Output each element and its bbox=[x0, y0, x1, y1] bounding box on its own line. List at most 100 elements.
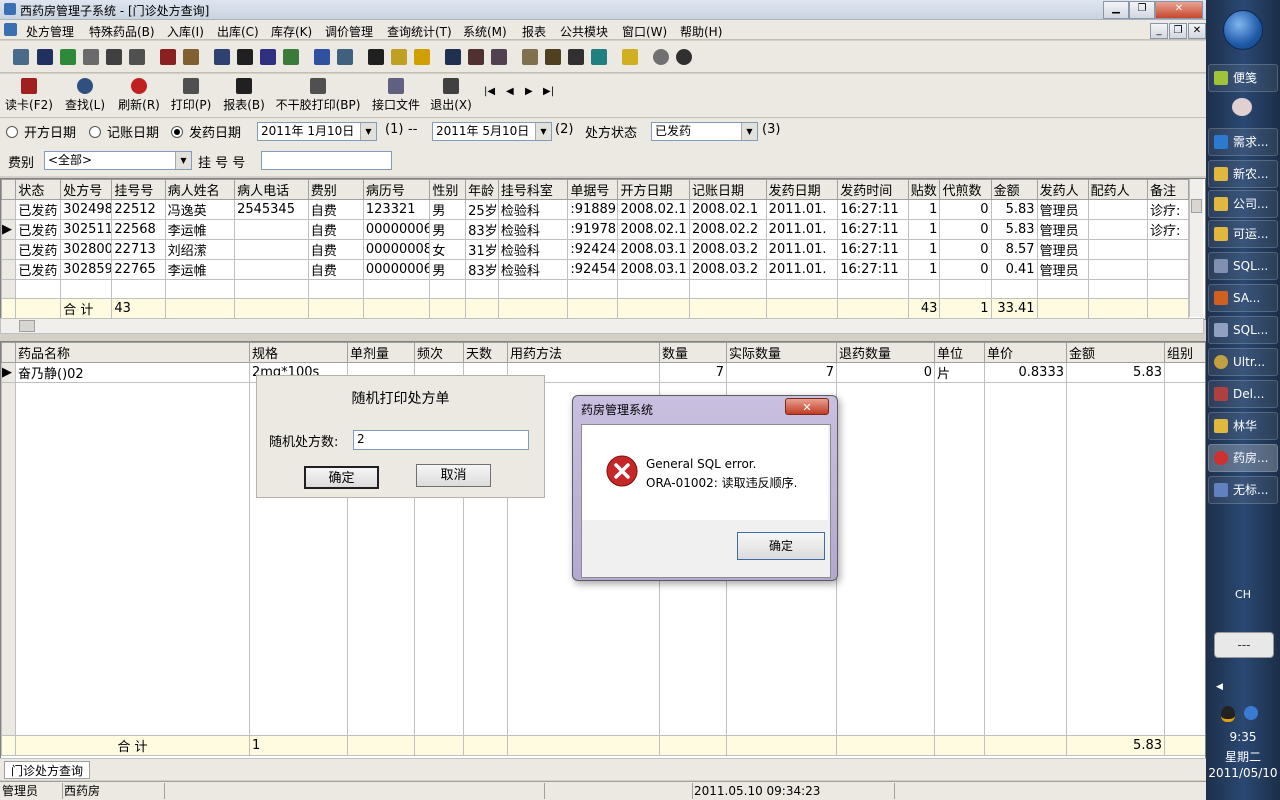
document-icon[interactable] bbox=[83, 49, 99, 65]
col-unit-price-header[interactable]: 单价 bbox=[984, 342, 1067, 363]
binoculars-icon[interactable] bbox=[129, 49, 145, 65]
qq-icon[interactable] bbox=[1221, 706, 1235, 722]
chevron-down-icon[interactable]: ▼ bbox=[360, 123, 376, 140]
col-status-header[interactable]: 状态 bbox=[15, 179, 62, 200]
notice-icon[interactable] bbox=[414, 49, 430, 65]
taskbar-item-notes[interactable]: 便笺 bbox=[1208, 64, 1278, 92]
col-amount-header[interactable]: 金额 bbox=[990, 179, 1038, 200]
col-spec-header[interactable]: 规格 bbox=[249, 342, 348, 363]
tab-outpatient-query[interactable]: 门诊处方查询 bbox=[4, 761, 91, 779]
col-frequency-header[interactable]: 频次 bbox=[414, 342, 464, 363]
clock-time[interactable]: 9:35 bbox=[1206, 730, 1280, 744]
copy-icon[interactable] bbox=[260, 49, 276, 65]
label-print-button[interactable]: 不干胶打印(BP) bbox=[274, 78, 362, 113]
chevron-down-icon[interactable]: ▼ bbox=[175, 152, 191, 169]
table-row[interactable]: 已发药 302800 22713 刘绍潆 自费 00000008 女 31岁 检… bbox=[1, 239, 1190, 260]
taskbar-item-folder-3[interactable]: 可运... bbox=[1208, 220, 1278, 248]
last-record-icon[interactable]: ▶| bbox=[543, 86, 554, 97]
prev-record-icon[interactable]: ◀ bbox=[506, 86, 514, 97]
taskbar-item-requirements[interactable]: 需求... bbox=[1208, 128, 1278, 156]
first-record-icon[interactable]: |◀ bbox=[484, 86, 495, 97]
show-desktop-widget[interactable]: --- bbox=[1214, 632, 1274, 658]
status-filter-select[interactable]: 已发药 ▼ bbox=[651, 122, 758, 141]
read-card-button[interactable]: 读卡(F2) bbox=[4, 78, 54, 113]
taskbar-item-untitled[interactable]: 无标... bbox=[1208, 476, 1278, 504]
zoom-icon[interactable] bbox=[676, 49, 692, 65]
calculator-icon[interactable] bbox=[591, 49, 607, 65]
col-dose-header[interactable]: 单剂量 bbox=[347, 342, 415, 363]
interface-file-button[interactable]: 接口文件 bbox=[370, 78, 422, 113]
table-row[interactable]: ▶ 已发药 302511 22568 李运帷 自费 00000006 男 83岁… bbox=[1, 219, 1190, 240]
error-close-button[interactable]: ✕ bbox=[785, 398, 829, 415]
col-group-header[interactable]: 组别 bbox=[1164, 342, 1205, 363]
tray-expand-icon[interactable]: ◀ bbox=[1216, 682, 1223, 692]
menu-item-help[interactable]: 帮助(H) bbox=[680, 23, 722, 40]
people-icon[interactable] bbox=[491, 49, 507, 65]
taskbar-item-sql-2[interactable]: SQL... bbox=[1208, 316, 1278, 344]
key-icon[interactable] bbox=[545, 49, 561, 65]
col-qty-header[interactable]: 数量 bbox=[659, 342, 727, 363]
taskbar-item-linhua[interactable]: 林华 bbox=[1208, 412, 1278, 440]
col-pieces-header[interactable]: 贴数 bbox=[907, 179, 941, 200]
mdi-restore-button[interactable]: ❐ bbox=[1169, 23, 1187, 39]
col-gender-header[interactable]: 性别 bbox=[429, 179, 467, 200]
next-record-icon[interactable]: ▶ bbox=[525, 86, 533, 97]
random-ok-button[interactable]: 确定 bbox=[304, 466, 379, 489]
export-icon[interactable] bbox=[283, 49, 299, 65]
start-orb-icon[interactable] bbox=[1223, 10, 1263, 50]
taskbar-item-delphi[interactable]: Del... bbox=[1208, 380, 1278, 408]
col-open-date-header[interactable]: 开方日期 bbox=[617, 179, 690, 200]
col-preparer-header[interactable]: 配药人 bbox=[1087, 179, 1148, 200]
col-age-header[interactable]: 年龄 bbox=[465, 179, 499, 200]
print-button[interactable]: 打印(P) bbox=[168, 78, 214, 113]
menu-item-stock-out[interactable]: 出库(C) bbox=[217, 23, 259, 40]
table-row[interactable]: ▶ 奋乃静()02 2mg*100s 7 7 0 片 0.8333 5.83 bbox=[1, 362, 1205, 383]
col-rx-no-header[interactable]: 处方号 bbox=[60, 179, 113, 200]
box-icon[interactable] bbox=[183, 49, 199, 65]
minimize-button[interactable]: ▁ bbox=[1103, 1, 1129, 19]
find-button[interactable]: 查找(L) bbox=[62, 78, 108, 113]
col-bill-no-header[interactable]: 单据号 bbox=[567, 179, 619, 200]
scrollbar-thumb[interactable] bbox=[1191, 199, 1202, 213]
col-decoct-header[interactable]: 代煎数 bbox=[939, 179, 992, 200]
taskbar-item-ultraedit[interactable]: Ultr... bbox=[1208, 348, 1278, 376]
restore-button[interactable]: ❐ bbox=[1129, 1, 1155, 19]
tool-icon[interactable] bbox=[13, 49, 29, 65]
edit-icon[interactable] bbox=[314, 49, 330, 65]
taskbar-item-sql-1[interactable]: SQL... bbox=[1208, 252, 1278, 280]
menu-item-stock-in[interactable]: 入库(I) bbox=[167, 23, 204, 40]
pill-icon[interactable] bbox=[160, 49, 176, 65]
menu-item-query-stats[interactable]: 查询统计(T) bbox=[387, 23, 452, 40]
folder-icon[interactable] bbox=[622, 49, 638, 65]
bell-icon[interactable] bbox=[391, 49, 407, 65]
col-account-date-header[interactable]: 记账日期 bbox=[689, 179, 767, 200]
menu-item-reports[interactable]: 报表 bbox=[522, 23, 546, 40]
chevron-down-icon[interactable]: ▼ bbox=[535, 123, 551, 140]
col-dispense-date-header[interactable]: 发药日期 bbox=[765, 179, 839, 200]
bottle-icon[interactable] bbox=[37, 49, 53, 65]
tools-icon[interactable] bbox=[468, 49, 484, 65]
input-language-indicator[interactable]: CH bbox=[1206, 588, 1280, 601]
close-button[interactable]: ✕ bbox=[1155, 1, 1203, 19]
col-amount-header[interactable]: 金额 bbox=[1066, 342, 1165, 363]
date-from-picker[interactable]: 2011年 1月10日 ▼ bbox=[257, 122, 377, 141]
screen-icon[interactable] bbox=[337, 49, 353, 65]
checkmark-icon[interactable] bbox=[237, 49, 253, 65]
col-unit-header[interactable]: 单位 bbox=[934, 342, 985, 363]
col-dept-header[interactable]: 挂号科室 bbox=[497, 179, 569, 200]
cabinet-icon[interactable] bbox=[522, 49, 538, 65]
taskbar-item-folder-1[interactable]: 新农... bbox=[1208, 160, 1278, 188]
menu-item-prescription[interactable]: 处方管理 bbox=[26, 23, 74, 40]
taskbar-item-folder-2[interactable]: 公司... bbox=[1208, 190, 1278, 218]
table-row[interactable]: 已发药 302859 22765 李运帷 自费 00000006 男 83岁 检… bbox=[1, 259, 1190, 280]
mdi-close-button[interactable]: ✕ bbox=[1188, 23, 1206, 39]
vertical-scrollbar[interactable] bbox=[1189, 179, 1203, 317]
horizontal-scrollbar[interactable] bbox=[0, 318, 1204, 334]
registration-no-input[interactable] bbox=[261, 151, 392, 170]
menu-item-inventory[interactable]: 库存(K) bbox=[271, 23, 312, 40]
col-days-header[interactable]: 天数 bbox=[463, 342, 508, 363]
col-dispenser-header[interactable]: 发药人 bbox=[1036, 179, 1089, 200]
taskbar-item-pharmacy[interactable]: 药房... bbox=[1208, 444, 1278, 472]
col-actual-qty-header[interactable]: 实际数量 bbox=[726, 342, 837, 363]
col-record-no-header[interactable]: 病历号 bbox=[362, 179, 431, 200]
